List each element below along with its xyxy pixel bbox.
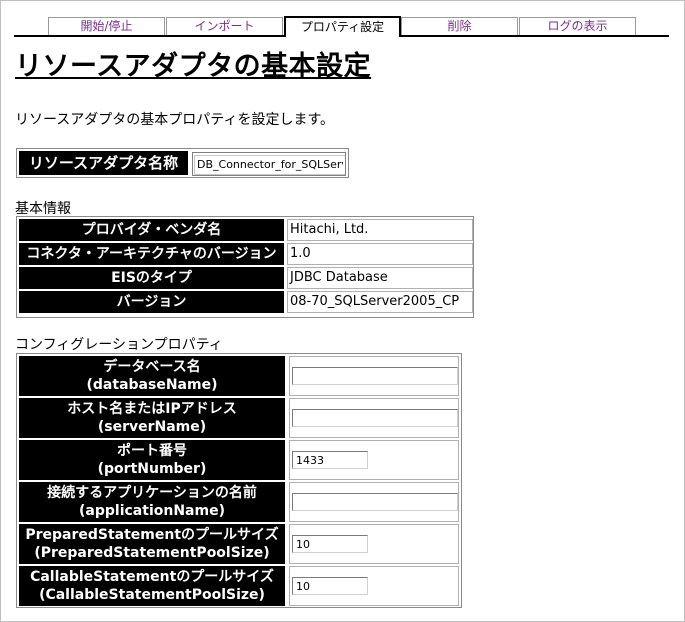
server-name-prop: (serverName)	[97, 419, 207, 435]
eis-type-value: JDBC Database	[287, 267, 473, 289]
adapter-name-table: リソースアダプタ名称	[16, 148, 349, 178]
version-value: 08-70_SQLServer2005_CP	[287, 291, 473, 313]
callable-statement-pool-size-prop: (CallableStatementPoolSize)	[39, 587, 265, 603]
version-label: バージョン	[19, 291, 284, 313]
adapter-name-field[interactable]	[194, 154, 345, 175]
port-number-title: ポート番号	[117, 443, 187, 459]
connector-version-value: 1.0	[287, 243, 473, 265]
callable-statement-pool-size-input[interactable]	[292, 577, 368, 595]
port-number-label: ポート番号 (portNumber)	[19, 440, 285, 480]
config-properties-heading: コンフィグレーションプロパティ	[15, 337, 223, 353]
application-name-prop: (applicationName)	[79, 503, 225, 519]
server-name-label: ホスト名またはIPアドレス (serverName)	[19, 398, 285, 438]
config-properties-table: データベース名 (databaseName) ホスト名またはIPアドレス (se…	[16, 353, 462, 608]
port-number-prop: (portNumber)	[97, 461, 207, 477]
server-name-input[interactable]	[292, 409, 458, 427]
adapter-name-cell	[192, 152, 346, 176]
database-name-title: データベース名	[103, 359, 201, 375]
tab-property-settings[interactable]: プロパティ設定	[284, 16, 401, 37]
callable-statement-pool-size-cell	[289, 566, 459, 606]
database-name-cell	[289, 356, 459, 396]
eis-type-label: EISのタイプ	[19, 267, 284, 289]
prepared-statement-pool-size-label: PreparedStatementのプールサイズ (PreparedStatem…	[19, 524, 285, 564]
database-name-prop: (databaseName)	[86, 377, 218, 393]
prepared-statement-pool-size-title: PreparedStatementのプールサイズ	[25, 527, 279, 543]
application-name-title: 接続するアプリケーションの名前	[47, 485, 257, 501]
tab-import[interactable]: インポート	[166, 17, 283, 35]
callable-statement-pool-size-title: CallableStatementのプールサイズ	[30, 569, 274, 585]
server-name-title: ホスト名またはIPアドレス	[67, 401, 237, 417]
page-description: リソースアダプタの基本プロパティを設定します。	[15, 112, 335, 128]
connector-version-label: コネクタ・アーキテクチャのバージョン	[19, 243, 284, 265]
tab-view-log[interactable]: ログの表示	[519, 17, 636, 35]
prepared-statement-pool-size-cell	[289, 524, 459, 564]
port-number-cell	[289, 440, 459, 480]
tab-bar: 開始/停止 インポート プロパティ設定 削除 ログの表示	[14, 16, 669, 37]
callable-statement-pool-size-label: CallableStatementのプールサイズ (CallableStatem…	[19, 566, 285, 606]
prepared-statement-pool-size-prop: (PreparedStatementPoolSize)	[34, 545, 270, 561]
prepared-statement-pool-size-input[interactable]	[292, 535, 368, 553]
page-title: リソースアダプタの基本設定	[15, 51, 372, 82]
database-name-label: データベース名 (databaseName)	[19, 356, 285, 396]
port-number-input[interactable]	[292, 451, 368, 469]
provider-vendor-value: Hitachi, Ltd.	[287, 219, 473, 241]
tab-start-stop[interactable]: 開始/停止	[48, 17, 165, 35]
database-name-input[interactable]	[292, 367, 458, 385]
application-name-cell	[289, 482, 459, 522]
provider-vendor-label: プロバイダ・ベンダ名	[19, 219, 284, 241]
application-name-input[interactable]	[292, 493, 458, 511]
tab-delete[interactable]: 削除	[401, 17, 518, 35]
basic-info-heading: 基本情報	[15, 201, 71, 217]
basic-info-table: プロバイダ・ベンダ名 Hitachi, Ltd. コネクタ・アーキテクチャのバー…	[16, 216, 474, 318]
adapter-name-label: リソースアダプタ名称	[19, 151, 188, 175]
server-name-cell	[289, 398, 459, 438]
application-name-label: 接続するアプリケーションの名前 (applicationName)	[19, 482, 285, 522]
